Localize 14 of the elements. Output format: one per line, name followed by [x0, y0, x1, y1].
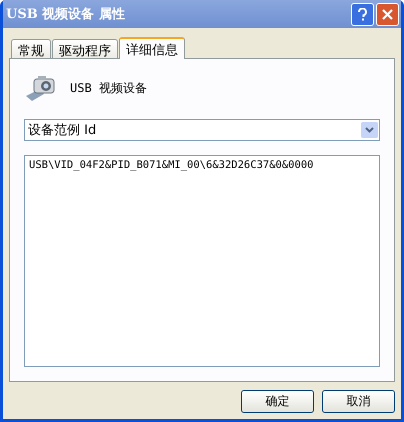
property-dropdown[interactable]: 设备范例 Id	[24, 119, 380, 141]
cancel-button[interactable]: 取消	[322, 390, 395, 413]
tab[interactable]: 详细信息	[119, 37, 185, 59]
help-icon	[358, 8, 367, 20]
ok-button[interactable]: 确定	[241, 390, 314, 413]
device-name: USB 视频设备	[70, 80, 147, 96]
window-title: USB 视频设备 属性	[6, 6, 126, 23]
chevron-icon	[365, 127, 374, 133]
help-button[interactable]	[351, 2, 374, 26]
list-item[interactable]: USB\VID_04F2&PID_B071&MI_00\6&32D26C37&0&0000	[29, 159, 375, 171]
tab[interactable]: 常规	[11, 39, 51, 58]
close-button[interactable]	[376, 2, 399, 26]
tab[interactable]: 驱动程序	[52, 39, 118, 58]
close-icon	[382, 8, 393, 20]
